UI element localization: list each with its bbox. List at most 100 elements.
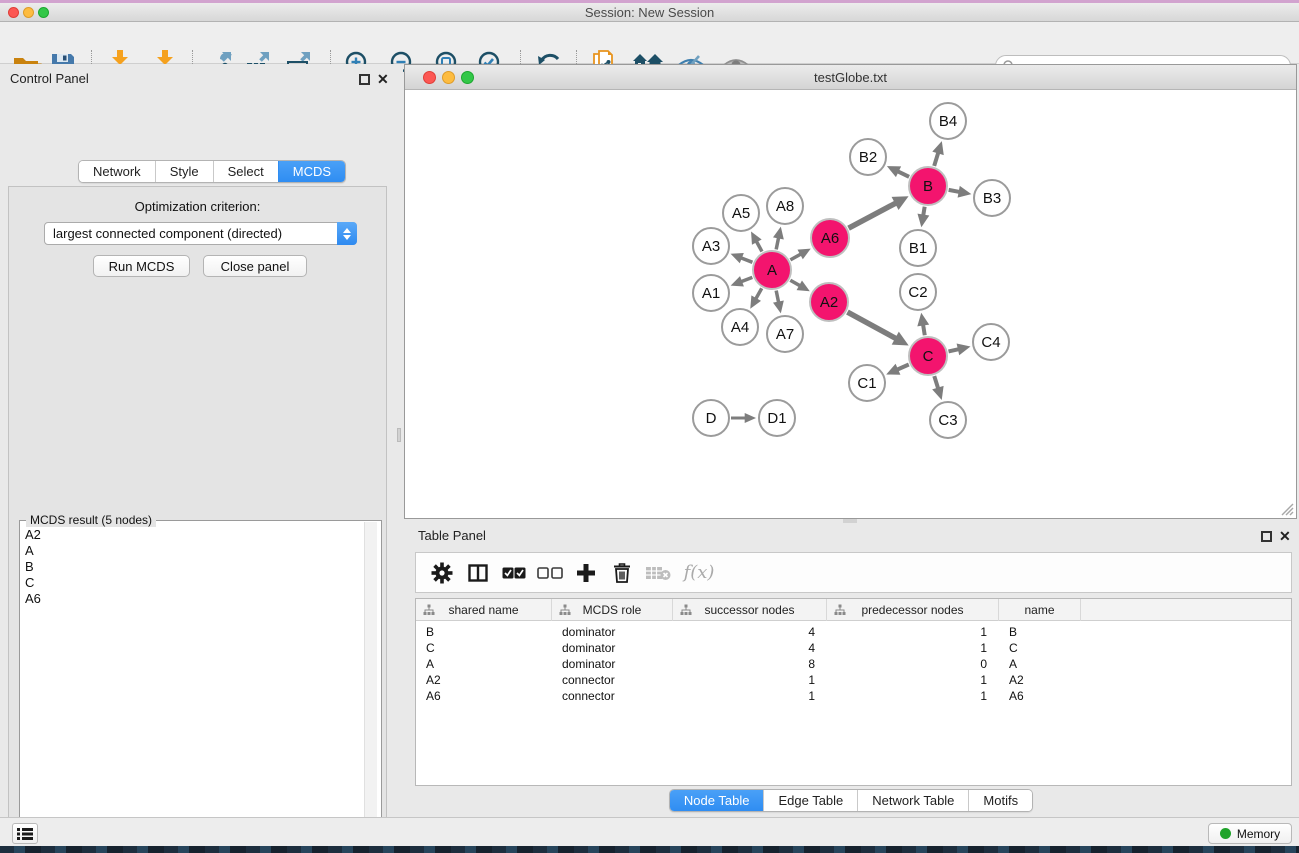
graph-node-C3[interactable]: C3 [929,401,967,439]
graph-node-C4[interactable]: C4 [972,323,1010,361]
graph-edge-A-A5[interactable] [756,241,762,252]
close-panel-icon[interactable]: ✕ [377,74,389,85]
graph-edge-A-A8[interactable] [776,237,779,249]
column-header-predecessor-nodes[interactable]: predecessor nodes [827,599,999,621]
vertical-splitter[interactable] [395,64,403,817]
graph-node-B3[interactable]: B3 [973,179,1011,217]
graph-node-A5[interactable]: A5 [722,194,760,232]
graph-node-B2[interactable]: B2 [849,138,887,176]
close-panel-button[interactable]: Close panel [203,255,307,277]
graph-node-D[interactable]: D [692,399,730,437]
main-toolbar [0,22,1299,64]
graph-node-A8[interactable]: A8 [766,187,804,225]
cell-mcds-role: dominator [552,624,673,640]
result-item[interactable]: A6 [25,591,41,607]
cell-predecessor-nodes: 1 [827,688,999,704]
desktop-background [0,846,1299,853]
cell-predecessor-nodes: 1 [827,672,999,688]
graph-node-A4[interactable]: A4 [721,308,759,346]
tab-mcds[interactable]: MCDS [278,161,345,182]
function-builder-button[interactable]: f(x) [676,556,722,590]
tab-network[interactable]: Network [79,161,155,182]
graph-node-C[interactable]: C [908,336,948,376]
float-table-panel-icon[interactable] [1261,531,1272,542]
graph-edge-A-A2[interactable] [790,280,800,286]
mcds-result-title: MCDS result (5 nodes) [26,513,156,527]
function-icon: f(x) [684,562,715,583]
select-all-button[interactable] [496,556,532,590]
column-header-name[interactable]: name [999,599,1081,621]
result-item[interactable]: A2 [25,527,41,543]
resize-grip-icon[interactable] [1280,502,1294,516]
cell-predecessor-nodes: 0 [827,656,999,672]
add-column-button[interactable] [568,556,604,590]
graph-edge-B-B3[interactable] [949,190,961,192]
result-item[interactable]: B [25,559,41,575]
tab-style[interactable]: Style [155,161,213,182]
graph-node-A6[interactable]: A6 [810,218,850,258]
graph-edge-A-A3[interactable] [740,258,752,263]
column-header-shared-name[interactable]: shared name [416,599,552,621]
float-panel-icon[interactable] [359,74,370,85]
criterion-select[interactable]: largest connected component (directed) [44,222,357,245]
cell-shared-name: A6 [416,688,552,704]
graph-node-A7[interactable]: A7 [766,315,804,353]
close-table-panel-icon[interactable]: ✕ [1279,531,1291,542]
delete-table-button[interactable] [640,556,676,590]
graph-edge-A-A7[interactable] [776,291,779,303]
graph-node-C2[interactable]: C2 [899,273,937,311]
graph-edge-C-C4[interactable] [948,349,959,351]
mcds-tab-content: Optimization criterion: largest connecte… [8,186,387,853]
graph-edge-A6-B[interactable] [849,203,897,228]
table-row[interactable]: A2connector11A2 [416,672,1291,688]
delete-column-button[interactable] [604,556,640,590]
column-header-mcds-role[interactable]: MCDS role [552,599,673,621]
graph-edge-C-C2[interactable] [923,324,925,335]
table-row[interactable]: A6connector11A6 [416,688,1291,704]
split-view-button[interactable] [460,556,496,590]
graph-edge-B-B4[interactable] [934,152,938,166]
cell-successor-nodes: 4 [673,640,827,656]
tab-network-table[interactable]: Network Table [857,790,968,811]
result-scrollbar[interactable] [364,522,377,853]
network-window-titlebar[interactable]: testGlobe.txt [405,65,1296,90]
table-header-row: shared nameMCDS rolesuccessor nodesprede… [416,599,1291,621]
graph-edge-A-A6[interactable] [790,254,801,260]
memory-button[interactable]: Memory [1208,823,1292,844]
graph-edge-C-C1[interactable] [897,364,909,369]
graph-node-A[interactable]: A [752,250,792,290]
graph-node-B4[interactable]: B4 [929,102,967,140]
task-history-button[interactable] [12,823,38,844]
table-row[interactable]: Adominator80A [416,656,1291,672]
result-item[interactable]: A [25,543,41,559]
edge-arrowhead [958,186,972,198]
tab-edge-table[interactable]: Edge Table [763,790,857,811]
column-header-successor-nodes[interactable]: successor nodes [673,599,827,621]
graph-edge-C-C3[interactable] [934,376,938,389]
graph-node-D1[interactable]: D1 [758,399,796,437]
graph-node-B[interactable]: B [908,166,948,206]
graph-node-B1[interactable]: B1 [899,229,937,267]
delete-table-icon [645,564,671,582]
deselect-all-button[interactable] [532,556,568,590]
tab-motifs[interactable]: Motifs [968,790,1032,811]
graph-edge-A-A1[interactable] [741,277,753,281]
splitter-grip[interactable] [397,428,401,442]
table-settings-button[interactable] [424,556,460,590]
table-row[interactable]: Cdominator41C [416,640,1291,656]
graph-edge-B-B2[interactable] [897,171,909,177]
window-top-accent [0,0,1299,3]
tab-node-table[interactable]: Node Table [670,790,764,811]
result-item[interactable]: C [25,575,41,591]
cell-name: A6 [999,688,1081,704]
graph-node-C1[interactable]: C1 [848,364,886,402]
graph-node-A3[interactable]: A3 [692,227,730,265]
network-canvas[interactable]: A A1 A2 A3 A4 A5 A6 A7 A8 B B1 B2 B3 B4 C C1 C2 C3 C4 D D1 [405,90,1296,518]
graph-edge-A2-C[interactable] [847,312,896,339]
graph-node-A2[interactable]: A2 [809,282,849,322]
graph-edge-A-A4[interactable] [755,288,761,299]
table-row[interactable]: Bdominator41B [416,624,1291,640]
tab-select[interactable]: Select [213,161,278,182]
run-mcds-button[interactable]: Run MCDS [93,255,190,277]
graph-node-A1[interactable]: A1 [692,274,730,312]
